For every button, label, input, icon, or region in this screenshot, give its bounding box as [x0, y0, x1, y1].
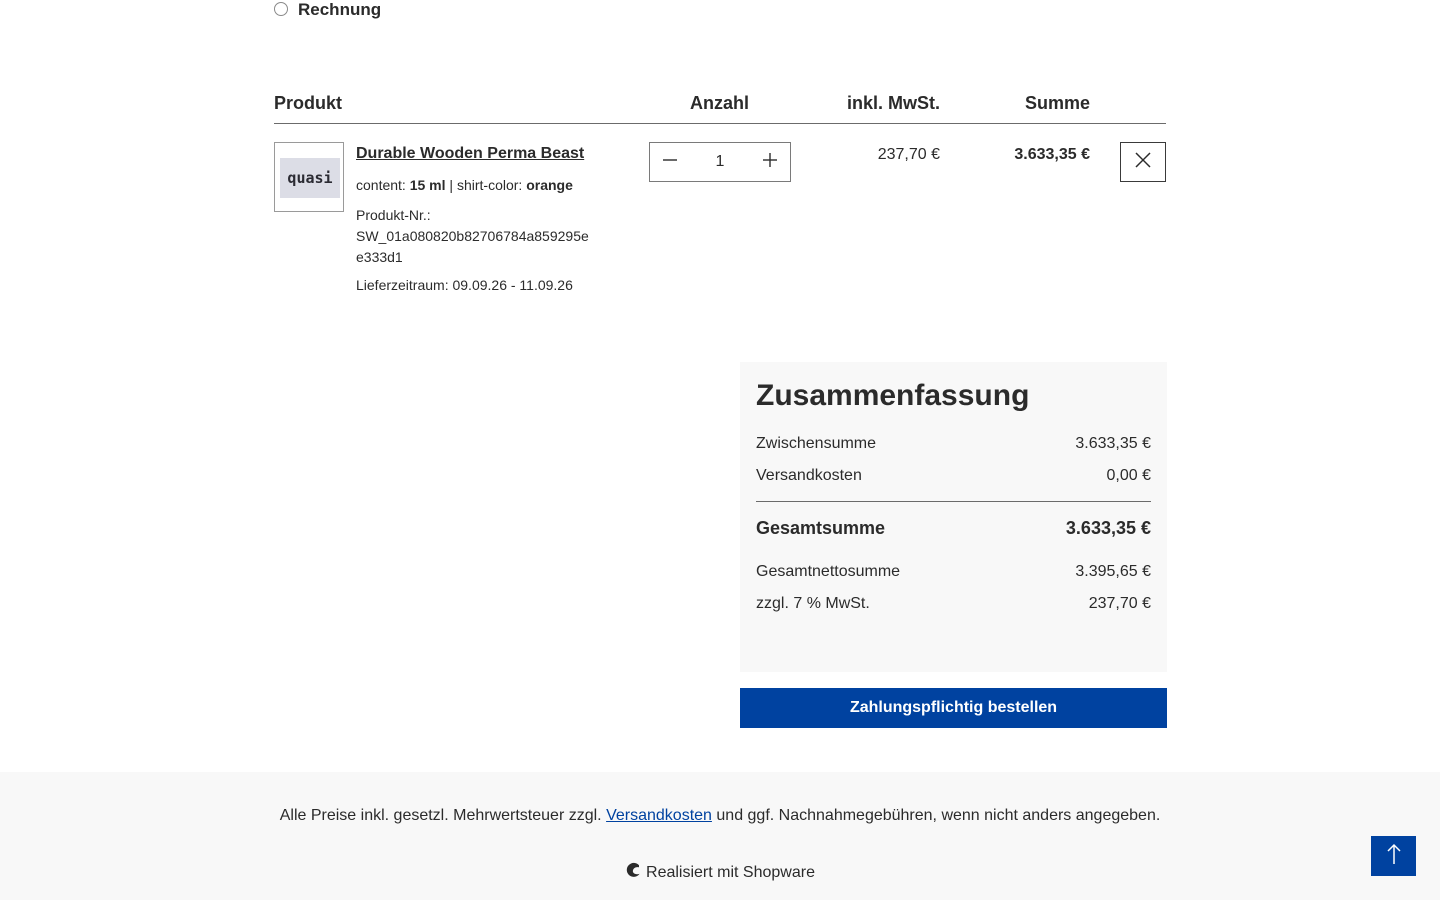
product-name-link[interactable]: Durable Wooden Perma Beast — [356, 144, 584, 164]
shipping-label: Versandkosten — [756, 467, 862, 484]
footer: Alle Preise inkl. gesetzl. Mehrwertsteue… — [0, 772, 1440, 900]
minus-icon — [662, 152, 678, 173]
payment-radio-rechnung[interactable] — [274, 2, 288, 16]
option-separator: | — [449, 177, 454, 193]
decrease-quantity-button[interactable] — [650, 143, 690, 181]
grand-total-label: Gesamtsumme — [756, 518, 886, 538]
order-summary: Zusammenfassung Zwischensumme 3.633,35 €… — [740, 362, 1167, 672]
delivery-range: 09.09.26 - 11.09.26 — [452, 277, 573, 293]
scroll-to-top-button[interactable] — [1371, 836, 1416, 876]
grand-total-value: 3.633,35 € — [1065, 518, 1151, 538]
unit-price: 237,70 € — [877, 146, 940, 163]
product-thumbnail[interactable]: quasi — [274, 142, 344, 212]
net-total-value: 3.395,65 € — [1075, 563, 1151, 580]
summary-divider — [756, 501, 1151, 502]
tax-row: zzgl. 7 % MwSt. 237,70 € — [756, 594, 1151, 614]
header-quantity: Anzahl — [690, 93, 750, 113]
product-number-value: SW_01a080820b82706784a859295ee333d1 — [356, 228, 589, 265]
net-total-row: Gesamtnettosumme 3.395,65 € — [756, 562, 1151, 582]
delivery-label: Lieferzeitraum: — [356, 277, 449, 293]
footer-brand[interactable]: Realisiert mit Shopware — [0, 862, 1440, 884]
product-image: quasi — [280, 158, 340, 198]
arrow-up-icon — [1386, 843, 1402, 870]
option-content-value: 15 ml — [409, 177, 446, 193]
close-icon — [1135, 151, 1151, 173]
subtotal-value: 3.633,35 € — [1075, 435, 1151, 452]
shipping-value: 0,00 € — [1106, 467, 1151, 484]
payment-option-label[interactable]: Rechnung — [298, 0, 381, 20]
tax-label: zzgl. 7 % MwSt. — [756, 595, 870, 612]
subtotal-label: Zwischensumme — [756, 435, 877, 452]
plus-icon — [762, 152, 778, 173]
footer-note-prefix: Alle Preise inkl. gesetzl. Mehrwertsteue… — [279, 807, 602, 824]
option-color-label: shirt-color: — [456, 177, 523, 193]
net-total-label: Gesamtnettosumme — [756, 563, 901, 580]
product-number-label: Produkt-Nr.: — [356, 207, 431, 223]
line-total: 3.633,35 € — [1014, 146, 1090, 163]
grand-total-row: Gesamtsumme 3.633,35 € — [756, 518, 1151, 538]
footer-note-suffix: und ggf. Nachnahmegebühren, wenn nicht a… — [716, 807, 1161, 824]
delivery-info: Lieferzeitraum: 09.09.26 - 11.09.26 — [356, 276, 573, 294]
tax-value: 237,70 € — [1088, 595, 1151, 612]
footer-price-note: Alle Preise inkl. gesetzl. Mehrwertsteue… — [0, 806, 1440, 826]
shipping-row: Versandkosten 0,00 € — [756, 466, 1151, 486]
place-order-button[interactable]: Zahlungspflichtig bestellen — [740, 688, 1167, 728]
header-total: Summe — [1024, 93, 1090, 113]
quantity-stepper[interactable]: 1 — [649, 142, 791, 182]
subtotal-row: Zwischensumme 3.633,35 € — [756, 434, 1151, 454]
header-unit-price: inkl. MwSt. — [846, 93, 940, 113]
product-options: content: 15 ml | shirt-color: orange — [356, 176, 573, 194]
option-color-value: orange — [526, 177, 573, 193]
increase-quantity-button[interactable] — [750, 143, 790, 181]
quantity-value[interactable]: 1 — [690, 143, 750, 181]
option-content-label: content: — [356, 177, 406, 193]
summary-title: Zusammenfassung — [756, 379, 1030, 412]
header-divider — [274, 123, 1166, 124]
shipping-costs-link[interactable]: Versandkosten — [606, 807, 712, 824]
header-product: Produkt — [274, 93, 343, 113]
shopware-logo-icon — [625, 862, 641, 884]
footer-brand-text[interactable]: Realisiert mit Shopware — [646, 863, 815, 883]
product-number: Produkt-Nr.: SW_01a080820b82706784a85929… — [356, 205, 596, 268]
remove-item-button[interactable] — [1120, 142, 1166, 182]
